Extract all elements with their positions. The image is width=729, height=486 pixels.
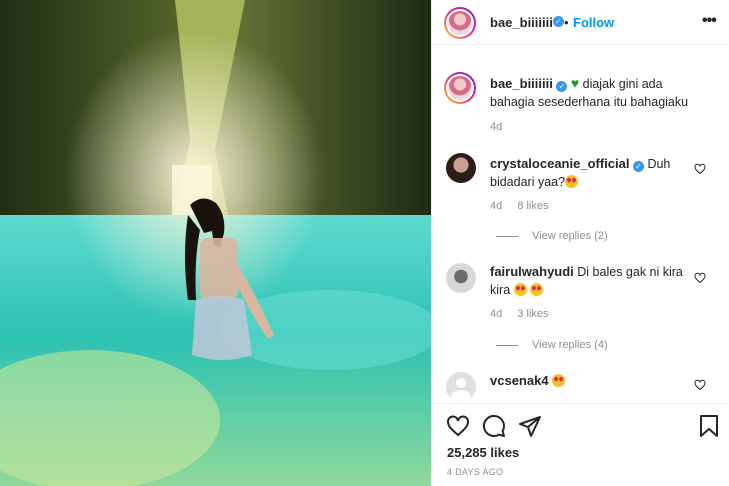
post-time-ago: 4 DAYS AGO bbox=[447, 467, 504, 477]
likes-count[interactable]: 25,285 likes bbox=[447, 445, 519, 460]
comment-line-1: Di bales gak ni kira bbox=[577, 265, 683, 279]
caption-username[interactable]: bae_biiiiiii bbox=[490, 76, 553, 91]
comment-text: crystaloceanie_official ✓ Duh bidadari y… bbox=[490, 155, 700, 191]
comments-list[interactable]: bae_biiiiiii ✓ ♥ diajak gini ada bahagia… bbox=[432, 55, 729, 403]
comment-line-2: bidadari yaa? bbox=[490, 175, 566, 189]
header-separator: • bbox=[564, 15, 569, 30]
post-photo[interactable] bbox=[0, 0, 431, 486]
comment-line-2: kira bbox=[490, 283, 511, 297]
heart-eyes-emoji-icon bbox=[552, 374, 566, 387]
comment-icon[interactable] bbox=[482, 414, 506, 438]
verified-badge-icon: ✓ bbox=[556, 81, 568, 92]
bookmark-icon[interactable] bbox=[698, 414, 720, 438]
post-detail-panel: bae_biiiiiii ✓ • Follow ••• bae_biiiiiii… bbox=[431, 0, 729, 486]
comment-likes[interactable]: 8 likes bbox=[517, 200, 548, 212]
caption-text: bae_biiiiiii ✓ ♥ diajak gini ada bahagia… bbox=[490, 74, 720, 111]
more-options-icon[interactable]: ••• bbox=[702, 12, 717, 30]
caption-time: 4d bbox=[490, 121, 503, 133]
verified-badge-icon: ✓ bbox=[553, 16, 564, 27]
share-icon[interactable] bbox=[518, 414, 542, 438]
green-heart-emoji-icon: ♥ bbox=[570, 75, 580, 91]
heart-eyes-emoji-icon bbox=[530, 283, 544, 296]
caption-avatar[interactable] bbox=[444, 72, 476, 104]
commenter-username[interactable]: crystaloceanie_official bbox=[490, 156, 629, 171]
verified-badge-icon: ✓ bbox=[632, 161, 644, 172]
caption-line-1: diajak gini ada bbox=[582, 77, 663, 91]
commenter-avatar[interactable] bbox=[446, 153, 476, 183]
comment-time: 4d bbox=[490, 308, 503, 320]
commenter-avatar[interactable] bbox=[446, 372, 476, 402]
post-header: bae_biiiiiii ✓ • Follow ••• bbox=[432, 0, 729, 45]
comment-text: fairulwahyudi Di bales gak ni kira kira bbox=[490, 263, 700, 299]
view-replies-button[interactable]: View replies (4) bbox=[496, 339, 608, 351]
comment-likes[interactable]: 3 likes bbox=[517, 308, 548, 320]
heart-eyes-emoji-icon bbox=[513, 283, 527, 296]
comment-line-1: Duh bbox=[647, 157, 671, 171]
post-actions: 25,285 likes 4 DAYS AGO bbox=[432, 403, 729, 486]
commenter-username[interactable]: fairulwahyudi bbox=[490, 264, 574, 279]
heart-eyes-emoji-icon bbox=[565, 175, 579, 188]
comment-meta: 4d 8 likes bbox=[490, 200, 561, 212]
author-username[interactable]: bae_biiiiiii bbox=[490, 15, 553, 30]
like-comment-heart-icon[interactable] bbox=[694, 272, 706, 284]
heart-icon[interactable] bbox=[446, 414, 470, 438]
comment-meta: 4d 3 likes bbox=[490, 308, 561, 320]
commenter-avatar[interactable] bbox=[446, 263, 476, 293]
like-comment-heart-icon[interactable] bbox=[694, 379, 706, 391]
like-comment-heart-icon[interactable] bbox=[694, 163, 706, 175]
commenter-username[interactable]: vcsenak4 bbox=[490, 373, 549, 388]
caption-line-2: bahagia sesederhana itu bahagiaku bbox=[490, 95, 689, 109]
comment-time: 4d bbox=[490, 200, 503, 212]
comment-text: vcsenak4 bbox=[490, 372, 700, 390]
waterfall-scene-image bbox=[0, 0, 431, 486]
follow-button[interactable]: Follow bbox=[573, 15, 614, 30]
author-avatar[interactable] bbox=[444, 7, 476, 39]
view-replies-button[interactable]: View replies (2) bbox=[496, 230, 608, 242]
